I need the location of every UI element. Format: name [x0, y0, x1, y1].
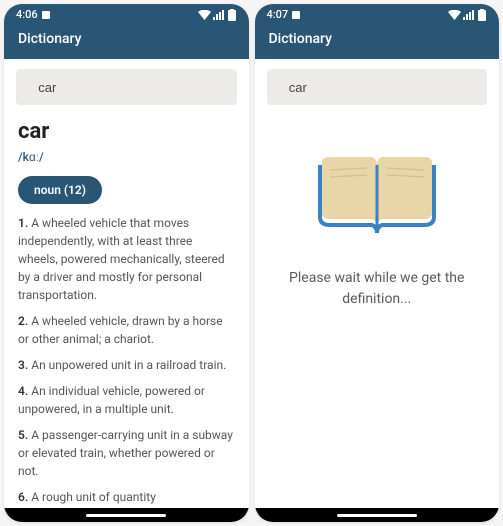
book-icon	[312, 145, 442, 240]
definition-item: 1. A wheeled vehicle that moves independ…	[18, 214, 235, 304]
phone-screen-loading: 4:07 Dictionary Please wait while we get…	[255, 4, 500, 522]
signal-icon	[213, 10, 225, 20]
nav-bar	[4, 508, 249, 522]
battery-icon	[477, 9, 487, 21]
definition-item: 5. A passenger-carrying unit in a subway…	[18, 426, 235, 480]
loading-state: Please wait while we get the definition.…	[255, 115, 500, 522]
definition-item: 3. An unpowered unit in a railroad train…	[18, 356, 235, 374]
definition-list: 1. A wheeled vehicle that moves independ…	[18, 214, 235, 522]
pos-chip[interactable]: noun (12)	[18, 176, 102, 204]
signal-icon	[463, 10, 475, 20]
search-bar[interactable]	[16, 69, 237, 105]
notification-icon	[292, 11, 300, 19]
word-heading: car	[18, 119, 235, 144]
definition-item: 2. A wheeled vehicle, drawn by a horse o…	[18, 312, 235, 348]
app-header: Dictionary	[4, 23, 249, 59]
search-input[interactable]	[289, 80, 465, 95]
status-time: 4:06	[16, 8, 38, 21]
notification-icon	[42, 11, 50, 19]
app-title: Dictionary	[18, 31, 81, 47]
pronunciation: /kɑː/	[18, 150, 235, 164]
app-title: Dictionary	[269, 31, 332, 47]
wifi-icon	[448, 10, 461, 20]
definition-item: 4. An individual vehicle, powered or unp…	[18, 382, 235, 418]
loading-text: Please wait while we get the definition.…	[255, 268, 500, 310]
battery-icon	[227, 9, 237, 21]
app-header: Dictionary	[255, 23, 500, 59]
status-bar: 4:07	[255, 4, 500, 23]
phone-screen-results: 4:06 Dictionary car /kɑː/ noun (12) 1. A…	[4, 4, 249, 522]
nav-bar	[255, 508, 500, 522]
status-time: 4:07	[267, 8, 289, 21]
status-bar: 4:06	[4, 4, 249, 23]
search-bar[interactable]	[267, 69, 488, 105]
search-input[interactable]	[38, 80, 214, 95]
result-content: car /kɑː/ noun (12) 1. A wheeled vehicle…	[4, 115, 249, 522]
wifi-icon	[198, 10, 211, 20]
